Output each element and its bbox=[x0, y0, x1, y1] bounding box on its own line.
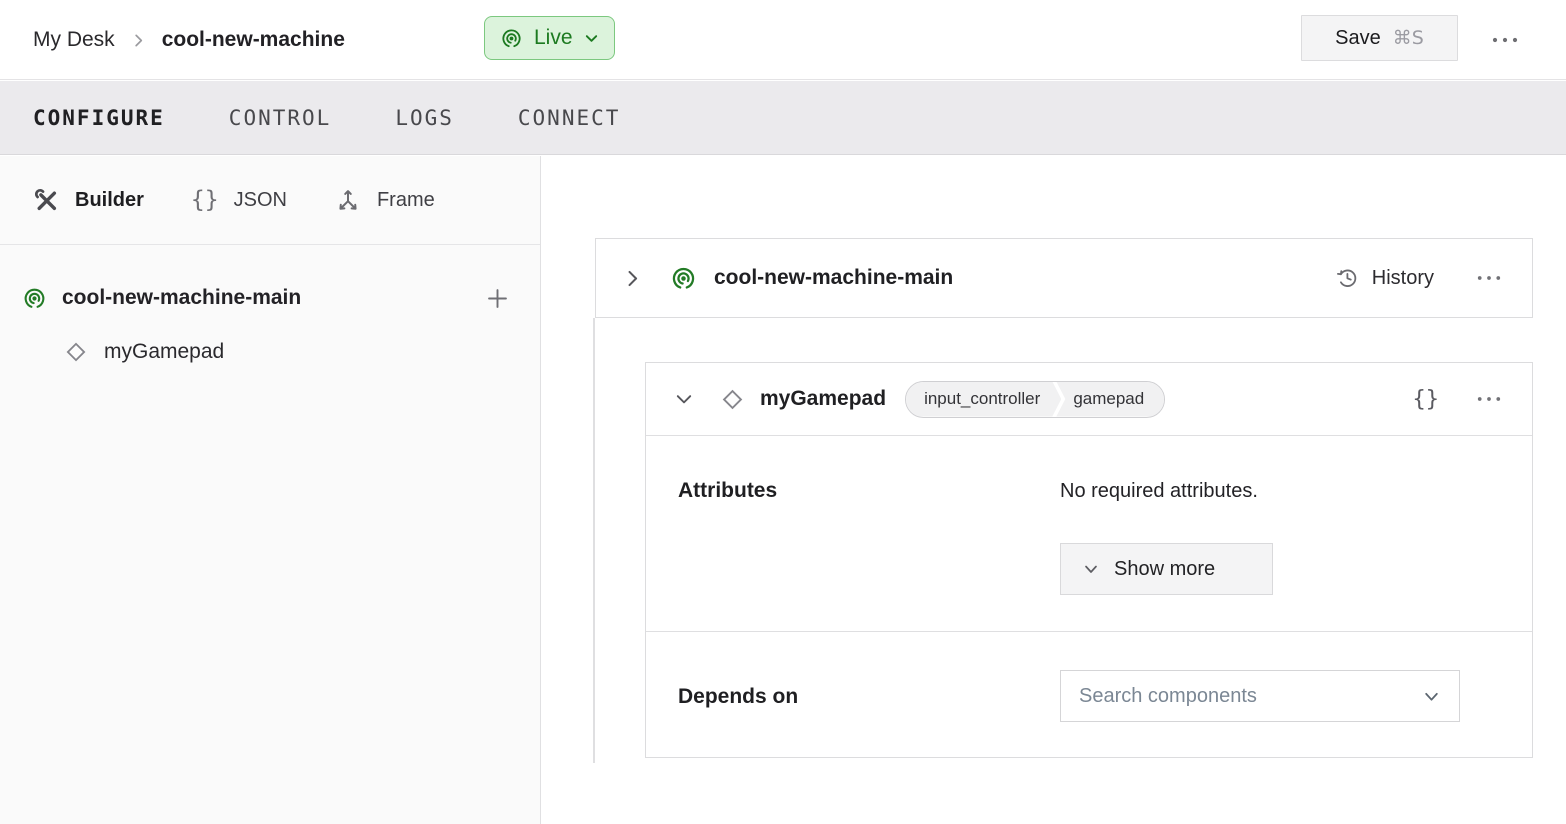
live-status-label: Live bbox=[534, 26, 573, 50]
frame-axes-icon bbox=[334, 186, 362, 214]
view-mode-label: Builder bbox=[75, 189, 144, 212]
tree-item-mygamepad[interactable]: myGamepad bbox=[0, 325, 540, 379]
braces-icon: {} bbox=[191, 187, 219, 213]
search-components-placeholder: Search components bbox=[1079, 685, 1257, 708]
view-mode-label: JSON bbox=[234, 189, 287, 212]
machine-part-tree: cool-new-machine-main myGamepad bbox=[0, 245, 540, 379]
tree-item-label: cool-new-machine-main bbox=[62, 286, 301, 310]
depends-on-section: Depends on Search components bbox=[646, 632, 1532, 757]
attributes-section: Attributes No required attributes. Show … bbox=[646, 436, 1532, 632]
configure-sidebar: Builder {} JSON Frame bbox=[0, 156, 541, 824]
depends-on-search-select[interactable]: Search components bbox=[1060, 670, 1460, 722]
component-type-badge: input_controller gamepad bbox=[905, 381, 1165, 418]
depends-on-heading: Depends on bbox=[678, 683, 1060, 722]
chevron-down-icon bbox=[1083, 561, 1099, 577]
collapse-chevron-down-icon[interactable] bbox=[675, 390, 693, 408]
view-mode-label: Frame bbox=[377, 189, 435, 212]
tab-logs[interactable]: LOGS bbox=[395, 106, 454, 130]
tree-item-label: myGamepad bbox=[104, 340, 224, 364]
machine-card-menu-button[interactable] bbox=[1476, 274, 1502, 282]
save-shortcut-hint: ⌘S bbox=[1393, 27, 1424, 49]
component-diamond-icon bbox=[63, 339, 89, 365]
breadcrumb-chevron-icon bbox=[131, 33, 146, 48]
attributes-empty-text: No required attributes. bbox=[1060, 477, 1504, 505]
show-more-button[interactable]: Show more bbox=[1060, 543, 1273, 595]
component-title: myGamepad bbox=[760, 387, 886, 411]
view-mode-frame[interactable]: Frame bbox=[334, 186, 435, 214]
live-status-dropdown[interactable]: Live bbox=[484, 16, 615, 60]
history-label: History bbox=[1372, 267, 1434, 290]
machine-part-title: cool-new-machine-main bbox=[714, 266, 953, 290]
view-mode-builder[interactable]: Builder bbox=[33, 187, 144, 214]
tab-control[interactable]: CONTROL bbox=[229, 106, 332, 130]
tab-connect[interactable]: CONNECT bbox=[518, 106, 621, 130]
expand-chevron-right-icon[interactable] bbox=[623, 269, 642, 288]
add-component-button[interactable] bbox=[484, 285, 511, 312]
header-overflow-menu-button[interactable] bbox=[1486, 28, 1524, 52]
chevron-down-icon bbox=[1423, 688, 1440, 705]
component-card-header: myGamepad input_controller gamepad {} bbox=[646, 363, 1532, 436]
component-diamond-icon bbox=[719, 386, 746, 413]
component-type-label: input_controller bbox=[906, 382, 1061, 417]
machine-signal-icon bbox=[500, 27, 523, 50]
machine-part-card: cool-new-machine-main History bbox=[595, 238, 1533, 318]
breadcrumb-parent[interactable]: My Desk bbox=[33, 28, 115, 52]
tree-connector-line bbox=[593, 318, 595, 763]
machine-signal-icon bbox=[670, 265, 697, 292]
component-card-menu-button[interactable] bbox=[1476, 395, 1502, 403]
save-button-label: Save bbox=[1335, 27, 1381, 50]
breadcrumb: My Desk cool-new-machine bbox=[33, 0, 345, 80]
history-clock-icon bbox=[1334, 265, 1360, 291]
edit-json-braces-icon[interactable]: {} bbox=[1413, 387, 1440, 412]
component-model-label: gamepad bbox=[1056, 382, 1164, 417]
view-mode-json[interactable]: {} JSON bbox=[191, 187, 287, 213]
app-header: My Desk cool-new-machine Live Save ⌘S bbox=[0, 0, 1566, 80]
view-mode-toolbar: Builder {} JSON Frame bbox=[0, 156, 540, 245]
show-more-label: Show more bbox=[1114, 558, 1215, 581]
tab-configure[interactable]: CONFIGURE bbox=[33, 106, 165, 130]
machine-signal-icon bbox=[22, 286, 47, 311]
tools-icon bbox=[33, 187, 60, 214]
breadcrumb-current: cool-new-machine bbox=[162, 28, 345, 52]
save-button[interactable]: Save ⌘S bbox=[1301, 15, 1458, 61]
tree-item-machine-main[interactable]: cool-new-machine-main bbox=[0, 271, 540, 325]
component-card-mygamepad: myGamepad input_controller gamepad {} At… bbox=[645, 362, 1533, 758]
history-button[interactable]: History bbox=[1334, 265, 1434, 291]
configure-main-panel: cool-new-machine-main History bbox=[542, 156, 1566, 824]
main-nav-tabs: CONFIGURE CONTROL LOGS CONNECT bbox=[0, 81, 1566, 155]
chevron-down-icon bbox=[584, 31, 599, 46]
attributes-heading: Attributes bbox=[678, 477, 1060, 595]
